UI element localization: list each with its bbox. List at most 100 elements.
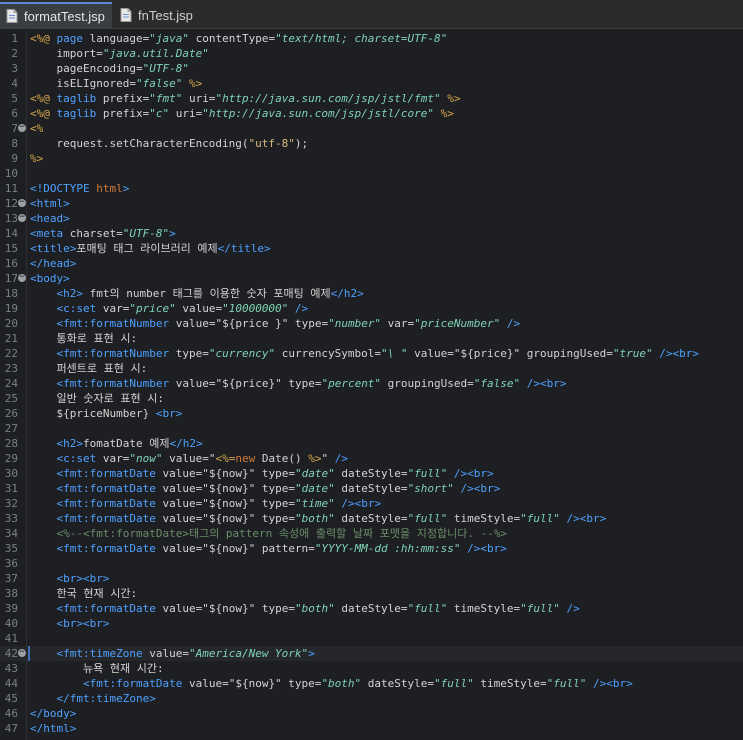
- code-text: <%@ taglib prefix="c" uri="http://java.s…: [30, 106, 454, 121]
- code-line[interactable]: 16 </head>: [0, 256, 743, 271]
- code-token: </h2>: [330, 287, 364, 300]
- code-line[interactable]: 43 뉴욕 현재 시간:: [0, 661, 743, 676]
- line-number: 25: [4, 392, 18, 405]
- code-line[interactable]: 7 <%: [0, 121, 743, 136]
- code-line[interactable]: 17 <body>: [0, 271, 743, 286]
- code-token: /><br>: [652, 347, 699, 360]
- code-line[interactable]: 11 <!DOCTYPE html>: [0, 181, 743, 196]
- code-token: value=: [162, 497, 203, 510]
- code-line[interactable]: 38 한국 현재 시간:: [0, 586, 743, 601]
- code-line[interactable]: 37 <br><br>: [0, 571, 743, 586]
- code-line[interactable]: 31 <fmt:formatDate value="${now}" type="…: [0, 481, 743, 496]
- tab-formattest-jsp[interactable]: formatTest.jsp: [0, 2, 112, 28]
- line-number: 30: [4, 467, 18, 480]
- code-token: prefix=: [102, 107, 150, 120]
- code-line[interactable]: 39 <fmt:formatDate value="${now}" type="…: [0, 601, 743, 616]
- line-number: 42: [4, 647, 18, 660]
- code-token: "full": [546, 677, 587, 690]
- code-token: isELIgnored=: [30, 77, 136, 90]
- code-line[interactable]: 9 %>: [0, 151, 743, 166]
- code-token: "short": [407, 482, 454, 495]
- code-token: 일반 숫자로 표현 시:: [30, 392, 164, 405]
- fold-toggle-icon[interactable]: [18, 198, 26, 207]
- code-token: </h2>: [169, 437, 203, 450]
- code-line[interactable]: 14 <meta charset="UTF-8">: [0, 226, 743, 241]
- code-line[interactable]: 46 </body>: [0, 706, 743, 721]
- code-token: type=: [175, 347, 209, 360]
- code-line[interactable]: 15 <title>포매팅 태그 라이브러리 예제</title>: [0, 241, 743, 256]
- code-line[interactable]: 20 <fmt:formatNumber value="${price }" t…: [0, 316, 743, 331]
- line-number: 26: [4, 407, 18, 420]
- code-line[interactable]: 24 <fmt:formatNumber value="${price}" ty…: [0, 376, 743, 391]
- code-line[interactable]: 28 <h2>fomatDate 예제</h2>: [0, 436, 743, 451]
- code-token: "priceNumber": [414, 317, 501, 330]
- code-line[interactable]: 21 통화로 표현 시:: [0, 331, 743, 346]
- code-line[interactable]: 13 <head>: [0, 211, 743, 226]
- code-line[interactable]: 10: [0, 166, 743, 181]
- code-line[interactable]: 8 request.setCharacterEncoding("utf-8");: [0, 136, 743, 151]
- code-line[interactable]: 29 <c:set var="now" value="<%=new Date()…: [0, 451, 743, 466]
- code-editor[interactable]: 1 <%@ page language="java" contentType="t…: [0, 30, 743, 740]
- code-token: >: [308, 647, 315, 660]
- line-number: 18: [4, 287, 18, 300]
- code-line[interactable]: 5 <%@ taglib prefix="fmt" uri="http://jav…: [0, 91, 743, 106]
- code-token: /><br>: [520, 377, 567, 390]
- code-text: <title>포매팅 태그 라이브러리 예제</title>: [30, 241, 271, 256]
- code-line[interactable]: 36: [0, 556, 743, 571]
- code-line[interactable]: 40 <br><br>: [0, 616, 743, 631]
- code-line[interactable]: 33 <fmt:formatDate value="${now}" type="…: [0, 511, 743, 526]
- code-line[interactable]: 23 퍼센트로 표현 시:: [0, 361, 743, 376]
- tab-fntest-jsp[interactable]: fnTest.jsp: [114, 2, 204, 28]
- code-line[interactable]: 27: [0, 421, 743, 436]
- code-line[interactable]: 1 <%@ page language="java" contentType="t…: [0, 31, 743, 46]
- code-line[interactable]: 18 <h2> fmt의 number 태그를 이용한 숫자 포매팅 예제</h…: [0, 286, 743, 301]
- code-line[interactable]: 25 일반 숫자로 표현 시:: [0, 391, 743, 406]
- code-token: /><br>: [334, 497, 382, 510]
- code-line[interactable]: 42 <fmt:timeZone value="America/New York…: [0, 646, 743, 661]
- code-line[interactable]: 19 <c:set var="price" value="10000000" /…: [0, 301, 743, 316]
- code-line[interactable]: 26 ${priceNumber} <br>: [0, 406, 743, 421]
- code-token: <fmt:formatNumber: [56, 377, 176, 390]
- code-token: <br><br>: [56, 617, 110, 630]
- code-token: /><br>: [453, 482, 501, 495]
- fold-toggle-icon[interactable]: [18, 213, 26, 222]
- code-line[interactable]: 45 </fmt:timeZone>: [0, 691, 743, 706]
- code-token: <fmt:formatDate: [56, 542, 163, 555]
- code-line[interactable]: 30 <fmt:formatDate value="${now}" type="…: [0, 466, 743, 481]
- line-number: 47: [4, 722, 18, 735]
- code-token: "${price}": [215, 377, 282, 390]
- fold-toggle-icon[interactable]: [18, 123, 26, 132]
- code-token: "10000000": [222, 302, 289, 315]
- line-number: 31: [4, 482, 18, 495]
- fold-toggle-icon[interactable]: [18, 648, 26, 657]
- code-line[interactable]: 41: [0, 631, 743, 646]
- code-token: "text/html; charset=UTF-8": [275, 32, 448, 45]
- code-token: "date": [294, 467, 335, 480]
- code-token: 퍼센트로 표현 시:: [30, 362, 148, 375]
- code-text: <br><br>: [30, 571, 110, 586]
- code-line[interactable]: 34 <%--<fmt:formatDate>태그의 pattern 속성에 출…: [0, 526, 743, 541]
- code-line[interactable]: 3 pageEncoding="UTF-8": [0, 61, 743, 76]
- code-line[interactable]: 22 <fmt:formatNumber type="currency" cur…: [0, 346, 743, 361]
- code-token: "${now}": [228, 677, 282, 690]
- line-number: 7: [11, 122, 18, 135]
- code-token: ${priceNumber}: [30, 407, 156, 420]
- code-text: <head>: [30, 211, 70, 226]
- code-line[interactable]: 2 import="java.util.Date": [0, 46, 743, 61]
- line-number: 39: [4, 602, 18, 615]
- code-token: </title>: [217, 242, 271, 255]
- line-number: 41: [4, 632, 18, 645]
- code-line[interactable]: 44 <fmt:formatDate value="${now}" type="…: [0, 676, 743, 691]
- code-token: prefix=: [102, 92, 150, 105]
- code-line[interactable]: 12 <html>: [0, 196, 743, 211]
- code-line[interactable]: 4 isELIgnored="false" %>: [0, 76, 743, 91]
- code-line[interactable]: 35 <fmt:formatDate value="${now}" patter…: [0, 541, 743, 556]
- code-line[interactable]: 32 <fmt:formatDate value="${now}" type="…: [0, 496, 743, 511]
- fold-toggle-icon[interactable]: [18, 273, 26, 282]
- code-line[interactable]: 6 <%@ taglib prefix="c" uri="http://java.…: [0, 106, 743, 121]
- code-line[interactable]: 47 </html>: [0, 721, 743, 736]
